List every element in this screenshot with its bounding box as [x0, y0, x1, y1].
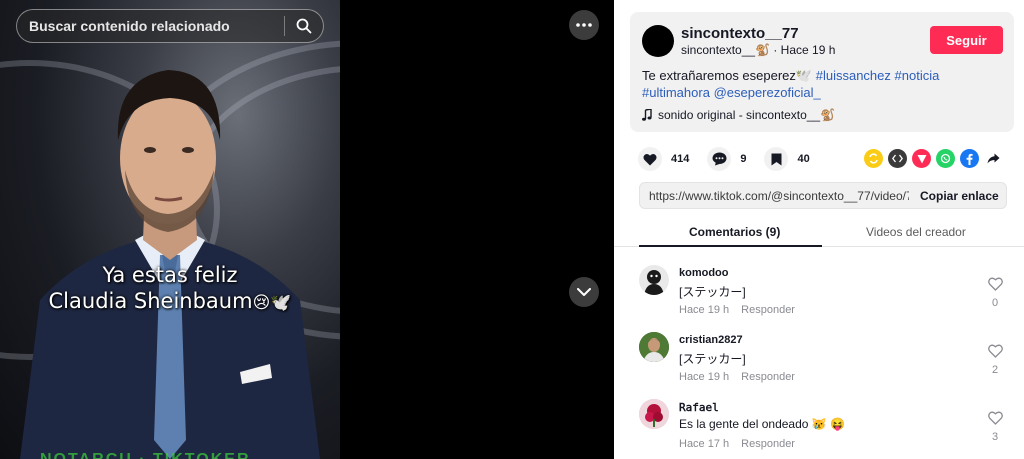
video-ticker: NOTARCU · TIKTOKER — [40, 451, 300, 459]
video-player[interactable]: Ya estas feliz Claudia Sheinbaum😢🕊️ NOTA… — [0, 0, 340, 459]
search-icon[interactable] — [285, 10, 323, 42]
comment-username[interactable]: komodoo — [679, 267, 729, 279]
bookmark-icon — [764, 147, 789, 171]
post-description: Te extrañaremos eseperez🕊️ #luissanchez … — [642, 67, 992, 101]
hashtag-link[interactable]: #ultimahora — [642, 85, 710, 100]
heart-outline-icon — [987, 344, 1003, 358]
share-link-url[interactable]: https://www.tiktok.com/@sincontexto__77/… — [649, 189, 909, 203]
comment-text: [ステッカー] — [679, 352, 746, 366]
comment-icon — [707, 147, 732, 171]
heart-icon — [638, 147, 662, 171]
caption-line-1: Ya estas feliz — [102, 263, 238, 287]
more-options-button[interactable] — [569, 10, 599, 40]
reply-button[interactable]: Responder — [741, 304, 795, 316]
avatar[interactable] — [639, 399, 669, 429]
music-note-icon — [642, 109, 652, 121]
whatsapp-icon[interactable] — [936, 149, 955, 168]
details-panel: sincontexto__77 sincontexto__🐒 · Hace 19… — [614, 0, 1024, 459]
comment-like-count: 0 — [991, 297, 999, 309]
chevron-down-icon — [577, 287, 591, 296]
reply-button[interactable]: Responder — [741, 371, 795, 383]
comment-like-button[interactable]: 3 — [985, 411, 1005, 443]
music-link[interactable]: sonido original - sincontexto__🐒 — [642, 108, 835, 122]
copy-link-button[interactable]: Copiar enlace — [920, 189, 999, 203]
author-handle: sincontexto__🐒 — [681, 43, 770, 57]
tab-creator-videos[interactable]: Videos del creador — [866, 225, 966, 239]
post-info-card: sincontexto__77 sincontexto__🐒 · Hace 19… — [630, 12, 1014, 132]
comment-item: cristian2827 [ステッカー] Hace 19 h Responder … — [639, 332, 1009, 392]
hashtag-link[interactable]: #luissanchez — [816, 68, 891, 83]
description-text: Te extrañaremos eseperez🕊️ — [642, 68, 813, 83]
share-link-box: https://www.tiktok.com/@sincontexto__77/… — [639, 182, 1007, 209]
caption-line-2: Claudia Sheinbaum — [48, 289, 253, 313]
comment-item: 𝚁𝚊𝚏𝚊𝚎𝚕 Es la gente del ondeado 😿 😝 Hace … — [639, 399, 1009, 459]
repost-icon[interactable] — [864, 149, 883, 168]
search-bar[interactable] — [16, 9, 324, 43]
comment-like-count: 3 — [991, 431, 999, 443]
like-button[interactable]: 414 — [638, 147, 689, 171]
comment-meta: Hace 19 h Responder — [679, 304, 795, 316]
panel-tabs: Comentarios (9) Videos del creador — [614, 216, 1024, 247]
comment-like-button[interactable]: 0 — [985, 277, 1005, 309]
comment-time: Hace 19 h — [679, 304, 730, 316]
comment-item: komodoo [ステッカー] Hace 19 h Responder 0 — [639, 265, 1009, 325]
video-caption: Ya estas feliz Claudia Sheinbaum😢🕊️ — [0, 262, 340, 316]
comment-time: Hace 17 h — [679, 438, 730, 450]
avatar[interactable] — [639, 332, 669, 362]
search-input[interactable] — [17, 18, 284, 34]
author-name[interactable]: sincontexto__77 — [681, 25, 799, 42]
comment-time: Hace 19 h — [679, 371, 730, 383]
comment-text: [ステッカー] — [679, 285, 746, 299]
save-button[interactable]: 40 — [764, 147, 810, 171]
like-count: 414 — [671, 153, 690, 165]
next-video-button[interactable] — [569, 277, 599, 307]
comment-username[interactable]: cristian2827 — [679, 334, 743, 346]
share-buttons — [864, 149, 1003, 168]
presenter-image — [20, 70, 320, 459]
follow-button[interactable]: Seguir — [930, 26, 1003, 54]
comment-username[interactable]: 𝚁𝚊𝚏𝚊𝚎𝚕 — [679, 401, 719, 414]
reply-button[interactable]: Responder — [741, 438, 795, 450]
avatar[interactable] — [642, 25, 674, 57]
send-friends-icon[interactable] — [912, 149, 931, 168]
comment-like-button[interactable]: 2 — [985, 344, 1005, 376]
heart-outline-icon — [987, 277, 1003, 291]
hashtag-link[interactable]: #noticia — [895, 68, 940, 83]
action-bar: 414 9 40 — [638, 146, 828, 172]
video-stage: Ya estas feliz Claudia Sheinbaum😢🕊️ NOTA… — [0, 0, 614, 459]
save-count: 40 — [797, 153, 810, 165]
comment-button[interactable]: 9 — [707, 147, 746, 171]
comment-text: Es la gente del ondeado 😿 😝 — [679, 417, 845, 431]
comment-count: 9 — [740, 153, 747, 165]
avatar[interactable] — [639, 265, 669, 295]
heart-outline-icon — [987, 411, 1003, 425]
embed-icon[interactable] — [888, 149, 907, 168]
author-subline: sincontexto__🐒 · Hace 19 h — [681, 43, 836, 57]
share-arrow-icon[interactable] — [984, 149, 1003, 168]
facebook-icon[interactable] — [960, 149, 979, 168]
music-title: sonido original - sincontexto__🐒 — [658, 108, 836, 122]
more-icon — [576, 23, 592, 27]
comment-meta: Hace 19 h Responder — [679, 371, 795, 383]
tab-comments[interactable]: Comentarios (9) — [689, 225, 780, 239]
post-time: Hace 19 h — [780, 43, 836, 57]
active-tab-indicator — [639, 245, 822, 247]
comment-like-count: 2 — [991, 364, 999, 376]
comment-meta: Hace 17 h Responder — [679, 438, 795, 450]
mention-link[interactable]: @eseperezoficial_ — [714, 85, 821, 100]
caption-emoji: 😢🕊️ — [252, 293, 292, 313]
